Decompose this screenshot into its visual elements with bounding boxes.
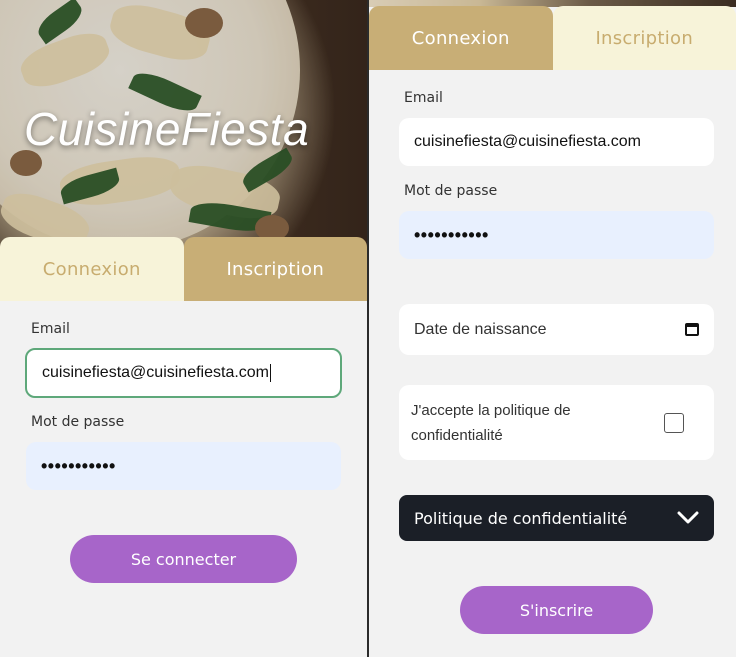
login-panel: CuisineFiesta Connexion Inscription Emai… — [0, 0, 367, 657]
auth-tabs: Connexion Inscription — [369, 6, 736, 70]
text-cursor — [270, 364, 272, 382]
chevron-down-icon — [677, 511, 699, 524]
email-field[interactable]: cuisinefiesta@cuisinefiesta.com — [399, 118, 714, 166]
tab-connexion[interactable]: Connexion — [0, 237, 184, 301]
password-value: ••••••••••• — [41, 455, 116, 476]
tab-inscription[interactable]: Inscription — [552, 6, 736, 70]
email-label: Email — [404, 90, 443, 106]
privacy-consent-label: J'accepte la politique de confidentialit… — [411, 401, 571, 444]
auth-tabs: Connexion Inscription — [0, 237, 367, 301]
email-label: Email — [31, 321, 70, 337]
email-field[interactable]: cuisinefiesta@cuisinefiesta.com — [25, 348, 342, 398]
birthdate-field[interactable]: Date de naissance — [399, 304, 714, 355]
privacy-policy-dropdown-label: Politique de confidentialité — [414, 508, 628, 528]
signup-button[interactable]: S'inscrire — [460, 586, 653, 634]
password-field[interactable]: ••••••••••• — [26, 442, 341, 490]
calendar-icon[interactable] — [685, 323, 699, 336]
privacy-policy-dropdown[interactable]: Politique de confidentialité — [399, 495, 714, 541]
privacy-consent-checkbox[interactable] — [664, 412, 684, 433]
privacy-consent-row: J'accepte la politique de confidentialit… — [399, 385, 714, 460]
birthdate-placeholder: Date de naissance — [414, 320, 547, 338]
signup-panel: Connexion Inscription Email cuisinefiest… — [369, 0, 736, 657]
login-button[interactable]: Se connecter — [70, 535, 297, 583]
hero-food-image: CuisineFiesta — [0, 0, 367, 250]
email-value: cuisinefiesta@cuisinefiesta.com — [42, 364, 270, 381]
email-value: cuisinefiesta@cuisinefiesta.com — [414, 133, 642, 150]
password-label: Mot de passe — [404, 183, 498, 199]
tab-inscription[interactable]: Inscription — [183, 237, 367, 301]
password-field[interactable]: ••••••••••• — [399, 211, 714, 259]
password-value: ••••••••••• — [414, 224, 489, 245]
password-label: Mot de passe — [31, 414, 125, 430]
brand-title: CuisineFiesta — [24, 103, 310, 155]
tab-connexion[interactable]: Connexion — [369, 6, 553, 70]
